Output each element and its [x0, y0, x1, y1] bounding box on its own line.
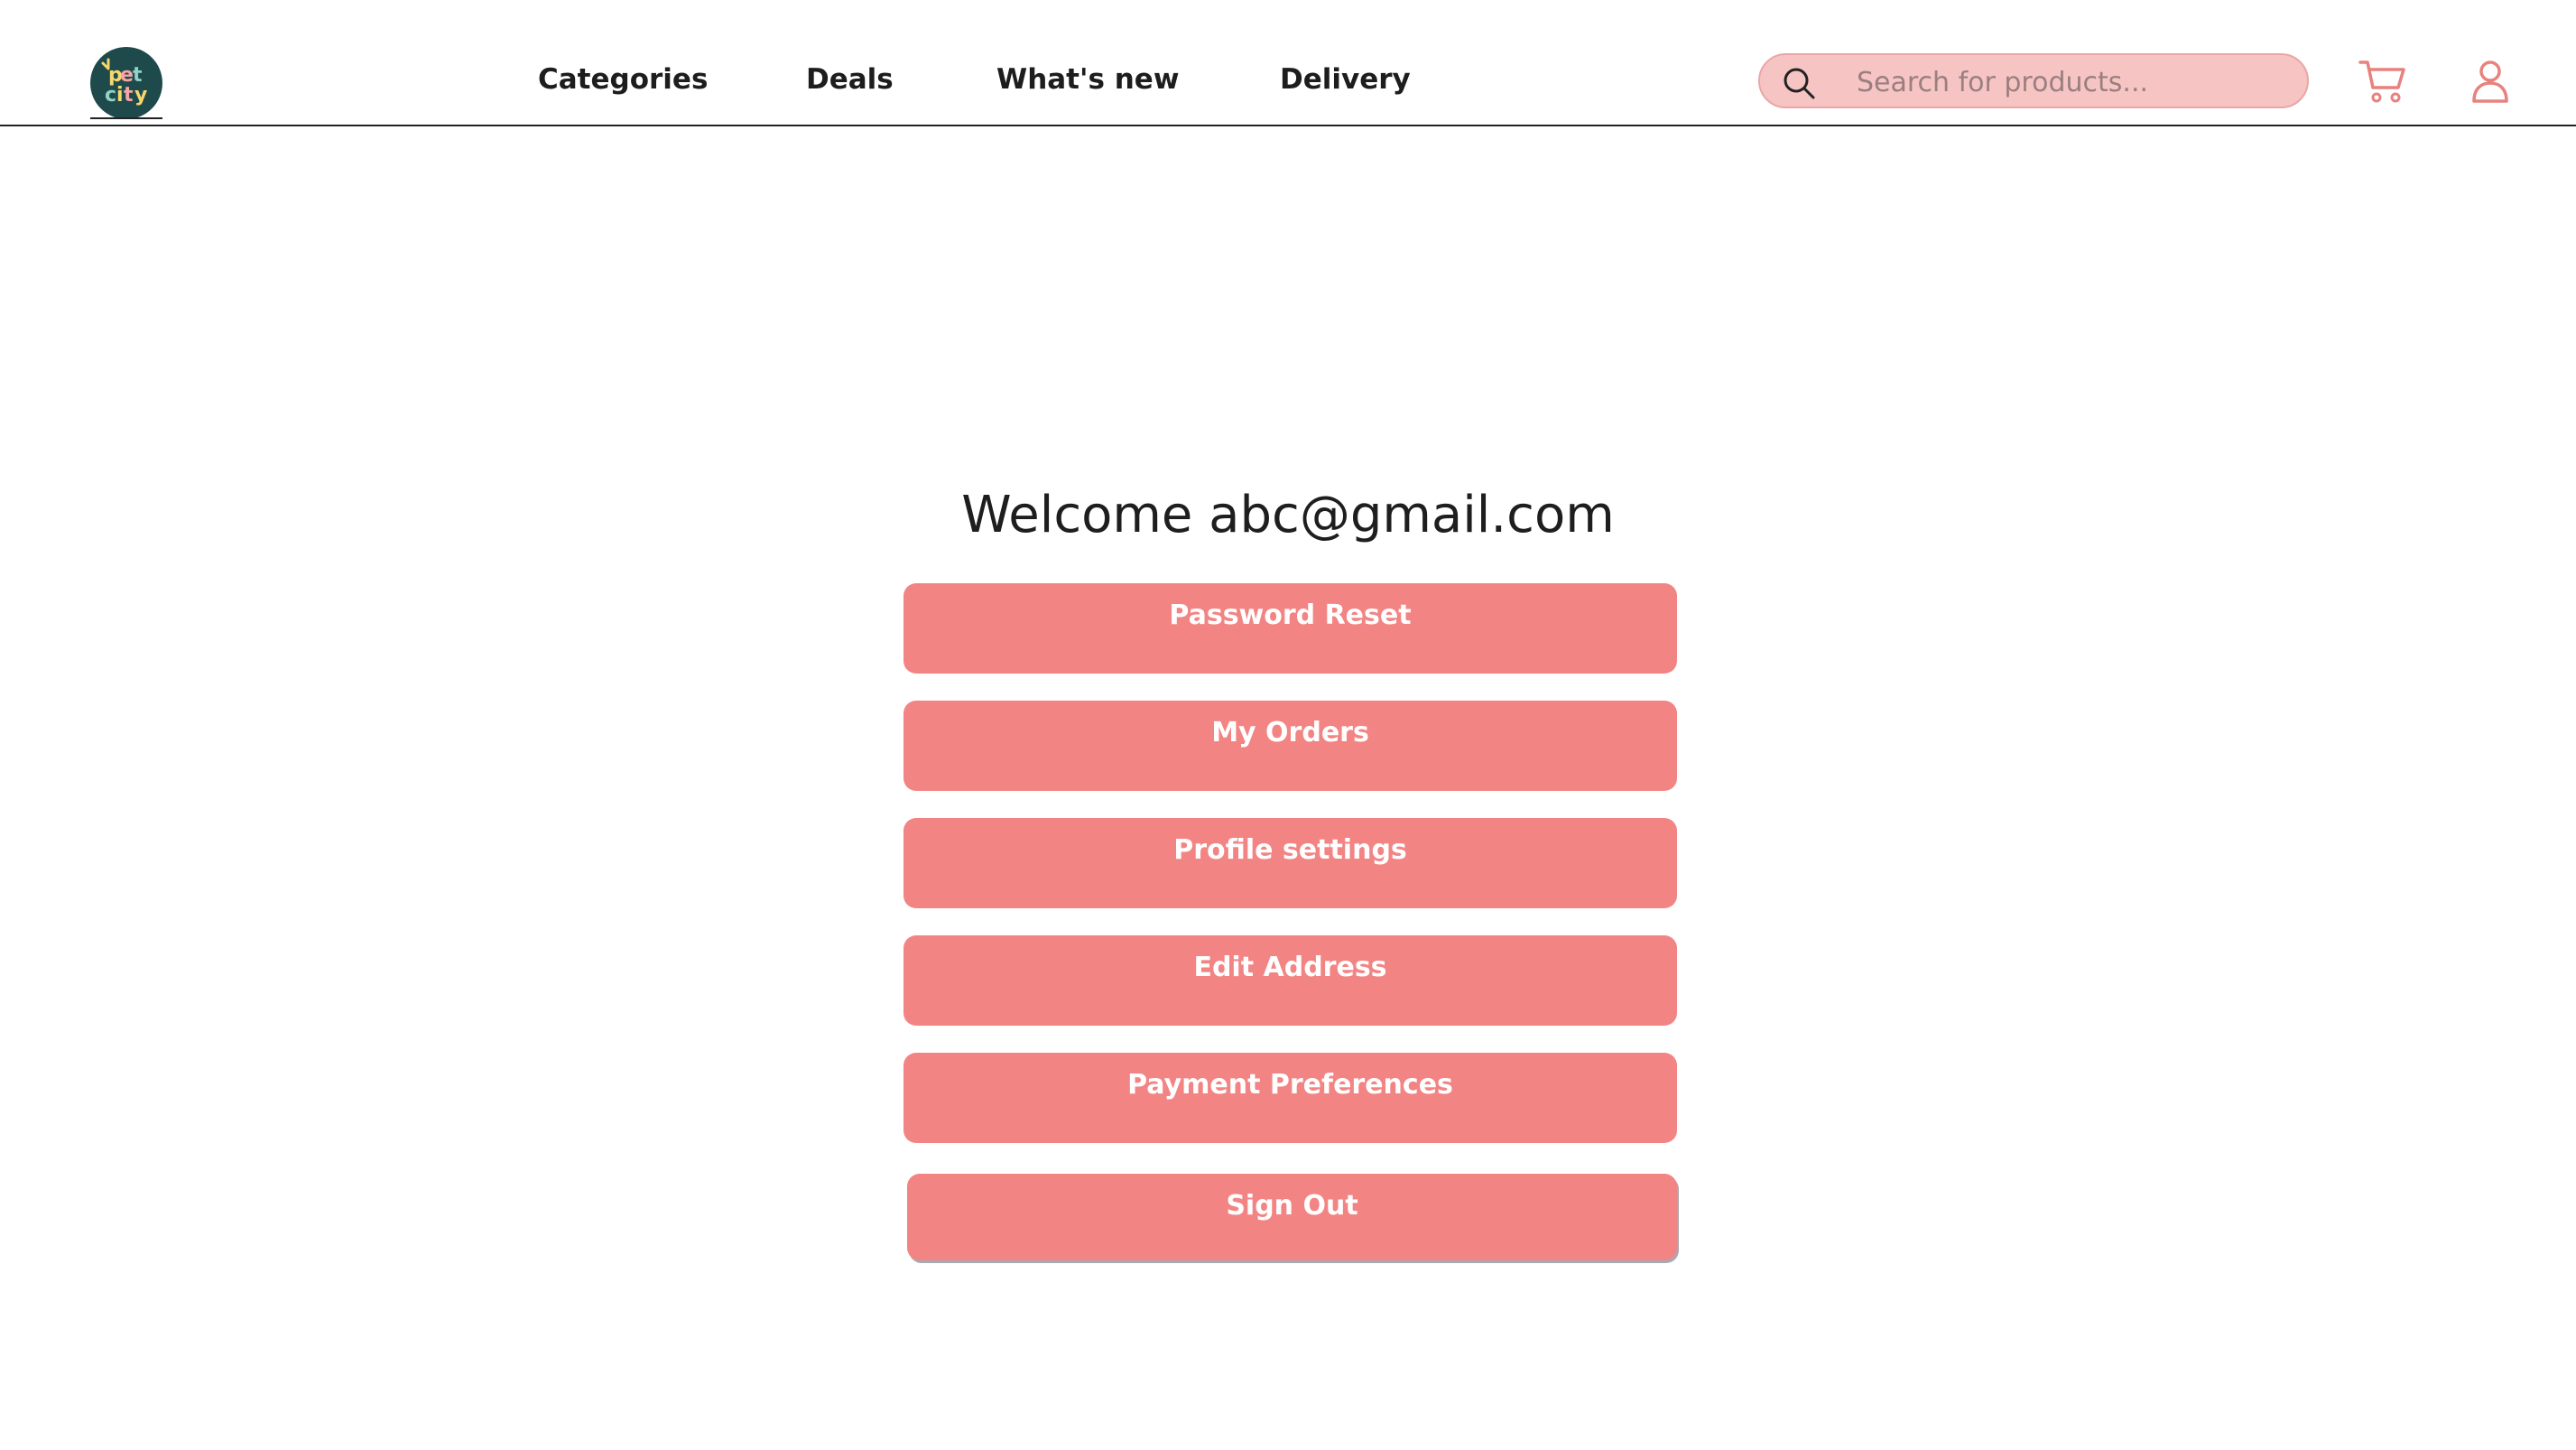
search-icon[interactable]: [1782, 66, 1816, 104]
nav-delivery[interactable]: Delivery: [1280, 63, 1411, 96]
user-icon[interactable]: [2471, 60, 2509, 107]
svg-text:c: c: [105, 84, 116, 107]
cart-icon[interactable]: [2358, 58, 2408, 108]
top-header: p e t c i t y Categories Deals What's ne…: [0, 0, 2576, 126]
search-input[interactable]: [1855, 62, 2292, 102]
nav-categories[interactable]: Categories: [538, 63, 708, 96]
welcome-heading: Welcome abc@gmail.com: [961, 486, 1615, 544]
svg-text:i: i: [116, 84, 124, 107]
nav-deals[interactable]: Deals: [806, 63, 894, 96]
my-orders-button[interactable]: My Orders: [903, 701, 1677, 791]
password-reset-button[interactable]: Password Reset: [903, 583, 1677, 674]
svg-text:t: t: [124, 84, 134, 107]
profile-settings-button[interactable]: Profile settings: [903, 818, 1677, 908]
edit-address-button[interactable]: Edit Address: [903, 935, 1677, 1026]
logo-graphic: p e t c i t y: [101, 58, 147, 107]
pet-city-logo[interactable]: p e t c i t y: [90, 47, 162, 119]
payment-preferences-button[interactable]: Payment Preferences: [903, 1053, 1677, 1143]
search-bar: [1758, 53, 2309, 108]
svg-text:y: y: [134, 84, 147, 107]
logo-underline: [90, 117, 162, 119]
sign-out-button[interactable]: Sign Out: [907, 1174, 1677, 1260]
nav-whats-new[interactable]: What's new: [996, 63, 1179, 96]
